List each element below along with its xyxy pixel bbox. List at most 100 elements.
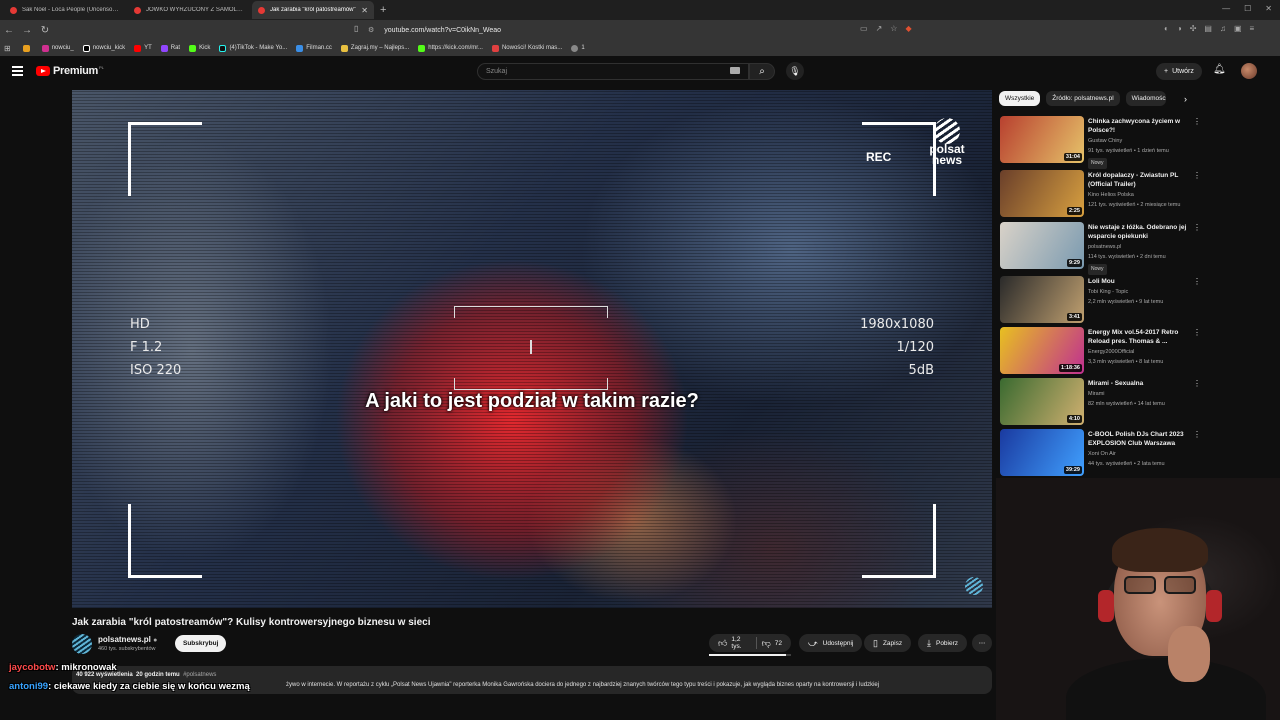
hashtag-link[interactable]: #polsatnews	[183, 672, 216, 678]
create-button[interactable]: + Utwórz	[1156, 63, 1202, 80]
recommended-title[interactable]: Chinka zachwycona życiem w Polsce?!	[1088, 117, 1193, 135]
bookmark-item[interactable]: Kick	[189, 44, 210, 52]
recommended-video[interactable]: 4:10 Mirami - Sexualna Mirami 82 mln wyświe…	[1000, 378, 1205, 426]
video-duration: 4:10	[1066, 415, 1082, 423]
video-thumbnail[interactable]: 31:04	[1000, 116, 1084, 163]
sidebar-icon[interactable]: ▤	[1204, 24, 1212, 33]
recommended-title[interactable]: Energy Mix vol.54-2017 Retro Reload pres…	[1088, 328, 1193, 346]
bookmark-star-icon[interactable]: ▯	[354, 24, 358, 33]
more-vertical-icon[interactable]: ⋮	[1193, 277, 1201, 286]
video-thumbnail[interactable]: 4:10	[1000, 378, 1084, 425]
recommended-channel[interactable]: Kino Helios Polska	[1088, 191, 1193, 200]
bookmark-item[interactable]	[22, 44, 33, 52]
download-button[interactable]: ⤓ Pobierz	[918, 634, 968, 652]
more-vertical-icon[interactable]: ⋮	[1193, 223, 1201, 232]
share-button[interactable]: ⤻ Udostępnij	[799, 634, 863, 652]
recommended-channel[interactable]: polsatnews.pl	[1088, 243, 1193, 252]
bookmark-item[interactable]: Rat	[160, 44, 180, 52]
video-thumbnail[interactable]: 3:41	[1000, 276, 1084, 323]
recommended-title[interactable]: Loli Mou	[1088, 277, 1193, 286]
recommended-channel[interactable]: Mirami	[1088, 390, 1193, 399]
channel-watermark-icon[interactable]	[965, 577, 983, 595]
recommended-video[interactable]: 9:29 Nie wstaje z łóżka. Odebrano jej wsp…	[1000, 222, 1205, 275]
browser-tab[interactable]: Sak Noel - Loca People (Uncensored)	[4, 1, 126, 19]
youtube-logo[interactable]: Premium PL	[36, 65, 104, 77]
search-button[interactable]: ⌕	[749, 63, 775, 80]
channel-name[interactable]: polsatnews.pl ●	[98, 635, 157, 644]
extension-icon[interactable]: ◑	[1177, 24, 1182, 33]
screen-capture-icon[interactable]: ▭	[860, 24, 868, 33]
recommended-video[interactable]: 1:18:36 Energy Mix vol.54-2017 Retro Relo…	[1000, 327, 1205, 375]
chip-source[interactable]: Źródło: polsatnews.pl	[1046, 91, 1120, 106]
recommended-title[interactable]: Mirami - Sexualna	[1088, 379, 1193, 388]
more-vertical-icon[interactable]: ⋮	[1193, 117, 1201, 126]
site-info-icon[interactable]: ⚙	[368, 26, 374, 34]
more-vertical-icon[interactable]: ⋮	[1193, 171, 1201, 180]
browser-tab-active[interactable]: Jak zarabia "król patostreamów" ✕	[252, 1, 374, 19]
bookmark-icon[interactable]: ☆	[890, 24, 897, 33]
bookmark-item[interactable]: YT	[134, 44, 152, 52]
keyboard-icon[interactable]	[730, 67, 740, 74]
url-field[interactable]: ⚙ youtube.com/watch?v=C0ikNn_Weao	[368, 23, 888, 37]
video-player[interactable]: HD F 1.2 ISO 220 1980x1080 1/120 5dB REC…	[72, 90, 992, 608]
recommended-video[interactable]: 39:29 C-BOOL Polish DJs Chart 2023 EXPLOS…	[1000, 429, 1205, 477]
recommended-video[interactable]: 2:25 Król dopalaczy - Zwiastun PL (Offici…	[1000, 170, 1205, 218]
bookmark-item[interactable]: Filman.cc	[296, 44, 332, 52]
video-thumbnail[interactable]: 1:18:36	[1000, 327, 1084, 374]
recommended-channel[interactable]: Tobi King - Topic	[1088, 288, 1193, 297]
more-actions-button[interactable]: ⋯	[972, 634, 992, 652]
recommended-channel[interactable]: Xoni On Air	[1088, 450, 1193, 459]
more-vertical-icon[interactable]: ⋮	[1193, 430, 1201, 439]
subscribe-button[interactable]: Subskrybuj	[175, 635, 227, 652]
bookmark-item[interactable]: https://kick.com/mr...	[418, 44, 483, 52]
extensions-puzzle-icon[interactable]: ✣	[1190, 24, 1197, 33]
voice-search-button[interactable]: 🎙	[786, 62, 804, 80]
share-icon[interactable]: ↗	[876, 24, 883, 33]
wallet-icon[interactable]: ▣	[1234, 24, 1242, 33]
brave-shield-icon[interactable]: ◆	[905, 24, 911, 33]
account-avatar[interactable]	[1241, 63, 1257, 79]
bookmark-item[interactable]: Zagraj.my – Najleps...	[340, 44, 409, 52]
video-thumbnail[interactable]: 39:29	[1000, 429, 1084, 476]
chip-news[interactable]: Wiadomości	[1125, 91, 1166, 106]
apps-grid-icon[interactable]: ⊞	[4, 44, 11, 53]
chevron-right-icon[interactable]: ›	[1184, 94, 1187, 104]
close-tab-icon[interactable]: ✕	[361, 6, 368, 15]
notifications-bell-icon[interactable]: 🔔︎	[1213, 64, 1226, 75]
save-button[interactable]: ▯ Zapisz	[864, 634, 912, 652]
browser-tab[interactable]: JÓWKO WYRZUCONY Z SAMOLOTU	[128, 1, 250, 19]
menu-icon[interactable]: ≡	[1250, 24, 1255, 33]
more-vertical-icon[interactable]: ⋮	[1193, 328, 1201, 337]
extension-icon[interactable]: ◐	[1164, 24, 1169, 33]
back-icon[interactable]: ←	[0, 25, 18, 36]
reload-icon[interactable]: ↻	[36, 25, 54, 36]
recommended-channel[interactable]: Gustaw Chiny	[1088, 137, 1193, 146]
hamburger-menu-icon[interactable]	[12, 66, 23, 76]
recommended-title[interactable]: C-BOOL Polish DJs Chart 2023 EXPLOSION C…	[1088, 430, 1193, 448]
video-thumbnail[interactable]: 2:25	[1000, 170, 1084, 217]
channel-avatar[interactable]	[72, 634, 92, 654]
recommended-title[interactable]: Król dopalaczy - Zwiastun PL (Official T…	[1088, 171, 1193, 189]
like-button[interactable]: 👍︎ 1,2 tys.	[718, 636, 751, 650]
bookmark-item[interactable]: Nowości! Kostki mas...	[491, 44, 562, 52]
maximize-icon[interactable]: ☐	[1244, 4, 1251, 13]
search-input[interactable]: Szukaj	[477, 63, 749, 80]
media-icon[interactable]: ♫	[1220, 24, 1226, 33]
recommended-title[interactable]: Nie wstaje z łóżka. Odebrano jej wsparci…	[1088, 223, 1193, 241]
video-thumbnail[interactable]: 9:29	[1000, 222, 1084, 269]
dislike-button[interactable]: 👎︎ 72	[762, 638, 782, 649]
bookmark-item[interactable]: nowciu_kick	[82, 44, 125, 52]
minimize-icon[interactable]: —	[1222, 4, 1230, 13]
chip-all[interactable]: Wszystkie	[999, 91, 1041, 106]
new-badge: Nowy	[1088, 158, 1107, 169]
new-tab-button[interactable]: +	[380, 4, 386, 16]
recommended-channel[interactable]: Energy2000Official	[1088, 348, 1193, 357]
recommended-video[interactable]: 31:04 Chinka zachwycona życiem w Polsce?!…	[1000, 116, 1205, 169]
bookmark-item[interactable]: 1	[571, 44, 585, 52]
more-vertical-icon[interactable]: ⋮	[1193, 379, 1201, 388]
bookmark-item[interactable]: (4)TikTok - Make Yo...	[219, 44, 287, 52]
forward-icon[interactable]: →	[18, 25, 36, 36]
bookmark-item[interactable]: nowciu_	[41, 44, 74, 52]
close-window-icon[interactable]: ✕	[1265, 4, 1272, 13]
recommended-video[interactable]: 3:41 Loli Mou Tobi King - Topic 2,2 mln wyś…	[1000, 276, 1205, 324]
